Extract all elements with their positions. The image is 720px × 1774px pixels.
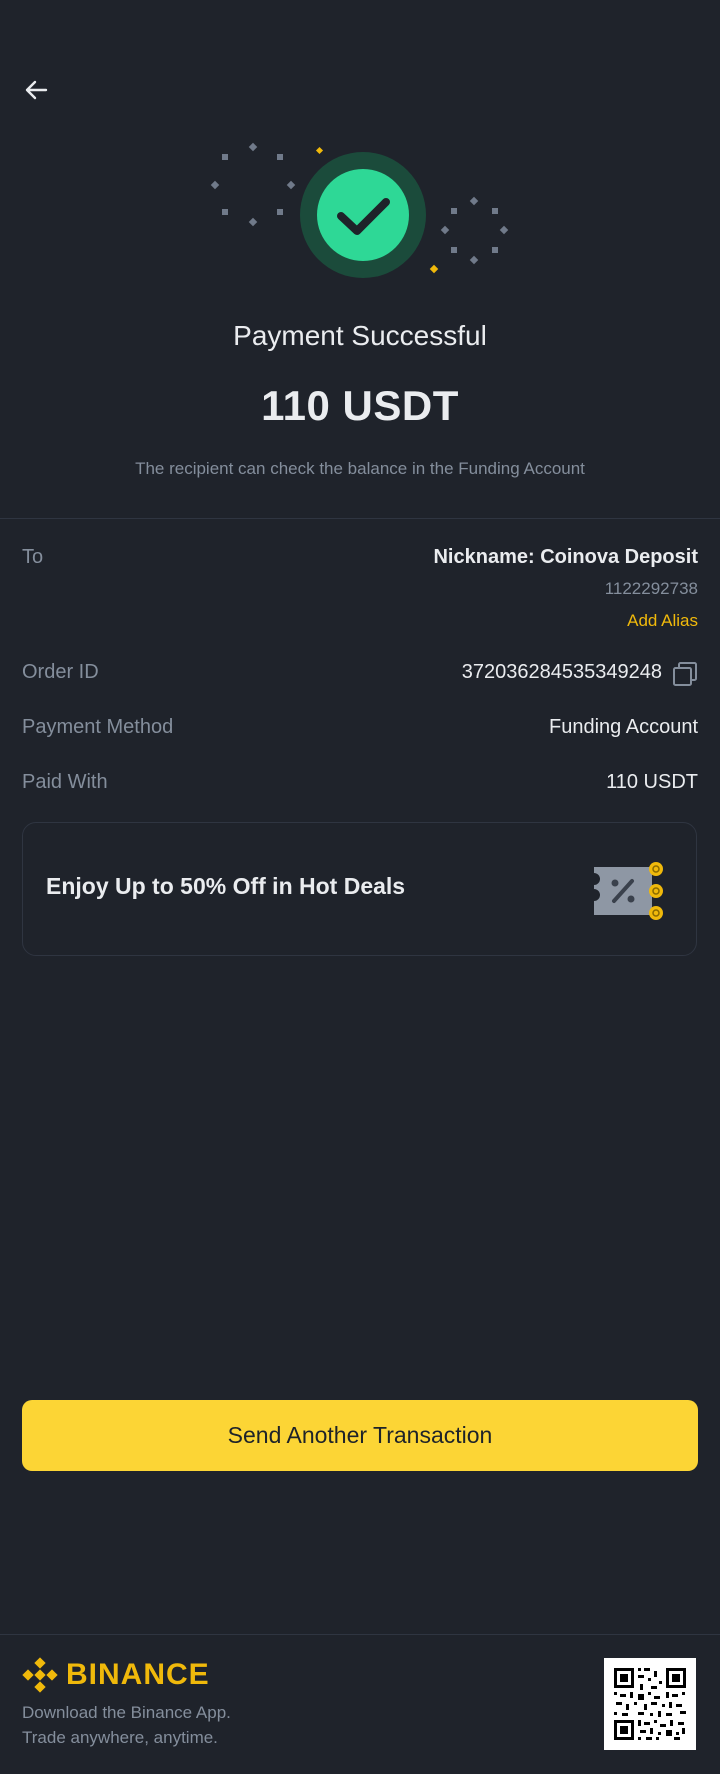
binance-logo: BINANCE xyxy=(22,1655,210,1695)
footer-download-text: Download the Binance App. xyxy=(22,1703,231,1722)
footer-divider xyxy=(0,1634,720,1635)
recipient-id: 1122292738 xyxy=(604,579,698,598)
copy-icon xyxy=(673,662,697,686)
promo-text: Enjoy Up to 50% Off in Hot Deals xyxy=(46,873,406,899)
order-id-label: Order ID xyxy=(22,661,99,683)
paid-with-label: Paid With xyxy=(22,771,108,793)
payment-method-label: Payment Method xyxy=(22,716,174,738)
payment-amount: 110 USDT xyxy=(261,382,459,429)
to-label: To xyxy=(22,546,44,568)
success-illustration xyxy=(0,130,720,290)
copy-order-id-button[interactable] xyxy=(672,661,698,687)
binance-logo-icon xyxy=(22,1657,58,1693)
qr-code-icon xyxy=(604,1658,696,1750)
recipient-nickname: Nickname: Coinova Deposit xyxy=(433,546,698,568)
divider xyxy=(0,518,720,519)
back-button[interactable] xyxy=(22,76,50,104)
check-circle-icon xyxy=(300,152,426,278)
add-alias-link[interactable]: Add Alias xyxy=(627,611,698,631)
hot-deals-promo-card[interactable]: Enjoy Up to 50% Off in Hot Deals xyxy=(22,822,697,956)
send-another-transaction-button[interactable]: Send Another Transaction xyxy=(22,1400,698,1471)
discount-ticket-icon xyxy=(594,862,663,920)
footer-tagline: Trade anywhere, anytime. xyxy=(22,1728,218,1747)
download-qr-code[interactable] xyxy=(604,1658,696,1750)
brand-name: BINANCE xyxy=(66,1658,210,1691)
order-id-value: 372036284535349248 xyxy=(461,661,662,683)
arrow-left-icon xyxy=(25,80,48,100)
paid-with-value: 110 USDT xyxy=(606,771,698,793)
payment-method-value: Funding Account xyxy=(549,716,698,738)
page-title: Payment Successful xyxy=(233,320,487,351)
payment-subtitle: The recipient can check the balance in t… xyxy=(135,459,585,478)
